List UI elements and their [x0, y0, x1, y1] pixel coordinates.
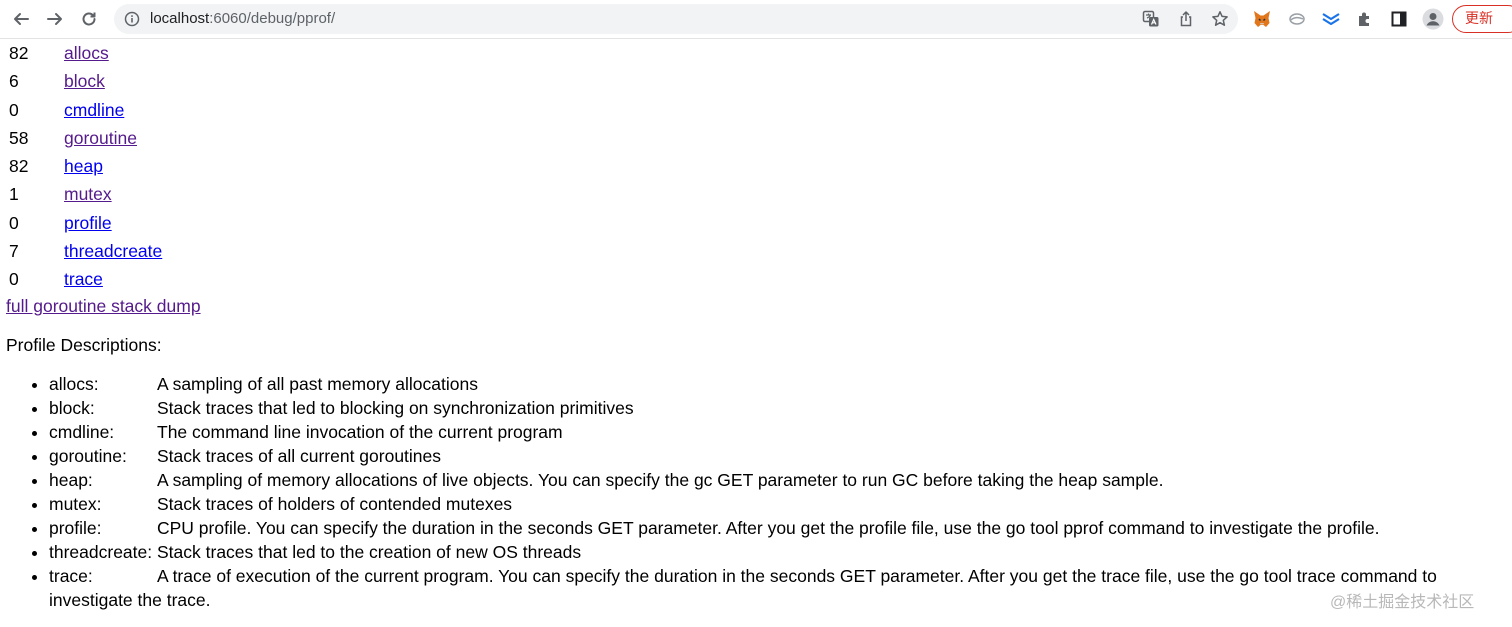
update-button[interactable]: 更新 ⋮ — [1452, 5, 1512, 33]
side-panel-icon[interactable] — [1385, 5, 1413, 33]
description-term: heap: — [49, 470, 93, 491]
profile-link-cell: heap — [64, 152, 162, 180]
profile-link-cmdline[interactable]: cmdline — [64, 100, 124, 120]
url-path: :6060/debug/pprof/ — [209, 10, 336, 27]
profile-link-cell: cmdline — [64, 96, 162, 124]
profiles-table: 82 allocs 6 block 0 cmdline 58 goroutine 82 heap 1… — [6, 39, 162, 293]
profile-link-threadcreate[interactable]: threadcreate — [64, 241, 162, 261]
profile-count: 82 — [9, 156, 29, 177]
description-term: cmdline: — [49, 422, 115, 443]
profile-row: 1 mutex — [6, 180, 162, 208]
extension-swirl-icon[interactable] — [1283, 5, 1311, 33]
pprof-page: 82 allocs 6 block 0 cmdline 58 goroutine 82 heap 1… — [6, 39, 1506, 612]
description-item: threadcreate:Stack traces that led to th… — [49, 540, 1506, 564]
profile-row: 82 allocs — [6, 39, 162, 67]
profile-link-cell: allocs — [64, 39, 162, 67]
profile-link-trace[interactable]: trace — [64, 269, 103, 289]
profile-row: 6 block — [6, 67, 162, 95]
description-text: The command line invocation of the curre… — [157, 422, 563, 443]
description-text: CPU profile. You can specify the duratio… — [157, 518, 1380, 539]
description-text: A sampling of memory allocations of live… — [157, 470, 1164, 491]
watermark: @稀土掘金技术社区 — [1330, 594, 1475, 611]
descriptions-title: Profile Descriptions: — [6, 335, 162, 356]
back-arrow-icon[interactable] — [7, 5, 35, 33]
profile-link-cell: block — [64, 67, 162, 95]
full-goroutine-dump-link[interactable]: full goroutine stack dump — [6, 296, 201, 316]
description-text: A trace of execution of the current prog… — [49, 566, 1437, 611]
share-icon[interactable] — [1176, 9, 1196, 29]
description-term: threadcreate: — [49, 542, 153, 563]
descriptions-list: allocs: A sampling of all past memory all… — [6, 372, 1506, 612]
profile-link-cell: threadcreate — [64, 237, 162, 265]
description-term: allocs: — [49, 374, 99, 395]
browser-toolbar: localhost:6060/debug/pprof/ 更新 ⋮ — [0, 0, 1512, 39]
profile-row: 58 goroutine — [6, 124, 162, 152]
profile-link-block[interactable]: block — [64, 71, 105, 91]
profile-link-cell: trace — [64, 265, 162, 293]
description-item: mutex: Stack traces of holders of contend… — [49, 492, 1506, 516]
description-item: allocs: A sampling of all past memory all… — [49, 372, 1506, 396]
description-text: Stack traces of holders of contended mut… — [157, 494, 513, 515]
profile-count: 58 — [9, 127, 29, 148]
profile-count: 0 — [9, 269, 19, 290]
profile-link-goroutine[interactable]: goroutine — [64, 128, 137, 148]
description-text: Stack traces of all current goroutines — [157, 446, 442, 467]
reload-icon[interactable] — [75, 5, 103, 33]
extension-layers-icon[interactable] — [1317, 5, 1345, 33]
description-item: goroutine: Stack traces of all current go… — [49, 444, 1506, 468]
bookmark-star-icon[interactable] — [1210, 9, 1230, 29]
description-text: A sampling of all past memory allocation… — [157, 374, 478, 395]
profile-avatar-icon[interactable] — [1419, 5, 1447, 33]
profile-link-mutex[interactable]: mutex — [64, 184, 112, 204]
profile-row: 0 cmdline — [6, 96, 162, 124]
profile-count: 7 — [9, 240, 19, 261]
description-text: Stack traces that led to blocking on syn… — [157, 398, 634, 419]
site-info-icon[interactable] — [124, 11, 140, 32]
description-term: trace: — [49, 566, 93, 587]
dump-row: full goroutine stack dump — [6, 293, 1506, 319]
profile-link-profile[interactable]: profile — [64, 213, 112, 233]
url-text[interactable]: localhost:6060/debug/pprof/ — [150, 10, 335, 28]
url-host: localhost — [150, 10, 210, 27]
description-item: block: Stack traces that led to blocking … — [49, 396, 1506, 420]
description-item: cmdline: The command line invocation of t… — [49, 420, 1506, 444]
profile-row: 7 threadcreate — [6, 237, 162, 265]
description-term: block: — [49, 398, 95, 419]
description-term: mutex: — [49, 494, 102, 515]
profile-row: 82 heap — [6, 152, 162, 180]
extensions-puzzle-icon[interactable] — [1351, 5, 1379, 33]
description-item: trace:A trace of execution of the curren… — [49, 564, 1506, 612]
profile-link-allocs[interactable]: allocs — [64, 43, 109, 63]
profile-count: 0 — [9, 212, 19, 233]
profile-link-cell: profile — [64, 209, 162, 237]
profile-link-cell: mutex — [64, 180, 162, 208]
description-term: profile: — [49, 518, 102, 539]
address-bar[interactable]: localhost:6060/debug/pprof/ — [114, 4, 1238, 34]
forward-arrow-icon[interactable] — [41, 5, 69, 33]
profile-count: 82 — [9, 43, 29, 64]
profile-row: 0 trace — [6, 265, 162, 293]
description-term: goroutine: — [49, 446, 127, 467]
update-label: 更新 — [1465, 10, 1493, 26]
profile-link-heap[interactable]: heap — [64, 156, 103, 176]
description-item: profile: CPU profile. You can specify the… — [49, 516, 1506, 540]
profile-count: 0 — [9, 99, 19, 120]
profile-count: 1 — [9, 184, 19, 205]
profile-row: 0 profile — [6, 209, 162, 237]
translate-icon[interactable] — [1141, 9, 1161, 29]
profile-count: 6 — [9, 71, 19, 92]
description-text: Stack traces that led to the creation of… — [157, 542, 582, 563]
metamask-fox-icon[interactable] — [1248, 5, 1276, 33]
description-item: heap: A sampling of memory allocations of… — [49, 468, 1506, 492]
profile-link-cell: goroutine — [64, 124, 162, 152]
